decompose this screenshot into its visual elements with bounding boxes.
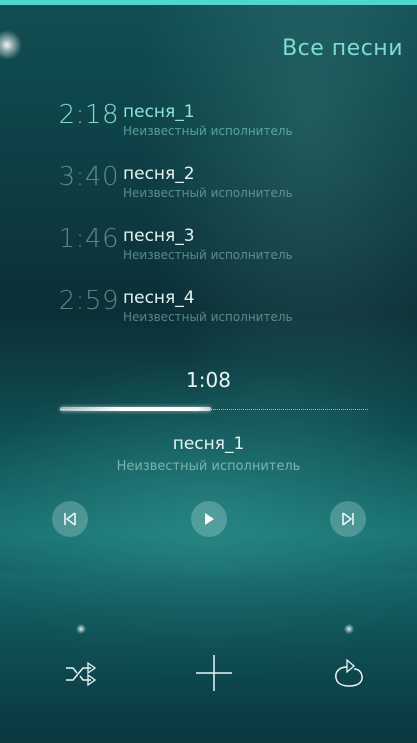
next-icon xyxy=(342,512,354,526)
shuffle-glow xyxy=(76,624,86,634)
track-artist: Неизвестный исполнитель xyxy=(123,124,293,138)
track-title: песня_2 xyxy=(123,164,195,184)
track-item[interactable]: 2:18 песня_1 Неизвестный исполнитель xyxy=(0,100,417,154)
track-item[interactable]: 1:46 песня_3 Неизвестный исполнитель xyxy=(0,224,417,278)
track-item[interactable]: 2:59 песня_4 Неизвестный исполнитель xyxy=(0,286,417,340)
track-artist: Неизвестный исполнитель xyxy=(123,248,293,262)
add-icon xyxy=(196,655,232,691)
track-duration: 2:18 xyxy=(58,100,119,130)
track-title: песня_4 xyxy=(123,288,195,308)
status-strip xyxy=(0,0,417,5)
shuffle-button[interactable] xyxy=(59,651,103,695)
repeat-button[interactable] xyxy=(327,651,371,695)
previous-icon xyxy=(64,512,76,526)
page-title: Все песни xyxy=(282,36,403,61)
now-playing-artist: Неизвестный исполнитель xyxy=(116,459,301,474)
play-icon xyxy=(205,513,214,525)
track-title: песня_3 xyxy=(123,226,195,246)
track-artist: Неизвестный исполнитель xyxy=(123,310,293,324)
pulley-menu-indicator xyxy=(0,30,22,60)
repeat-glow xyxy=(344,624,354,634)
progress-slider-fill[interactable] xyxy=(60,407,211,411)
previous-button[interactable] xyxy=(52,501,88,537)
track-duration: 3:40 xyxy=(58,162,119,192)
track-artist: Неизвестный исполнитель xyxy=(123,186,293,200)
track-duration: 2:59 xyxy=(58,286,119,316)
music-player-screen: Все песни 2:18 песня_1 Неизвестный испол… xyxy=(0,0,417,743)
track-item[interactable]: 3:40 песня_2 Неизвестный исполнитель xyxy=(0,162,417,216)
elapsed-time: 1:08 xyxy=(186,368,231,392)
track-duration: 1:46 xyxy=(58,224,119,254)
repeat-icon xyxy=(335,658,363,687)
next-button[interactable] xyxy=(330,501,366,537)
track-title: песня_1 xyxy=(123,102,195,122)
play-button[interactable] xyxy=(191,501,227,537)
add-button[interactable] xyxy=(192,651,236,695)
shuffle-icon xyxy=(66,661,97,687)
now-playing-title: песня_1 xyxy=(172,434,245,454)
